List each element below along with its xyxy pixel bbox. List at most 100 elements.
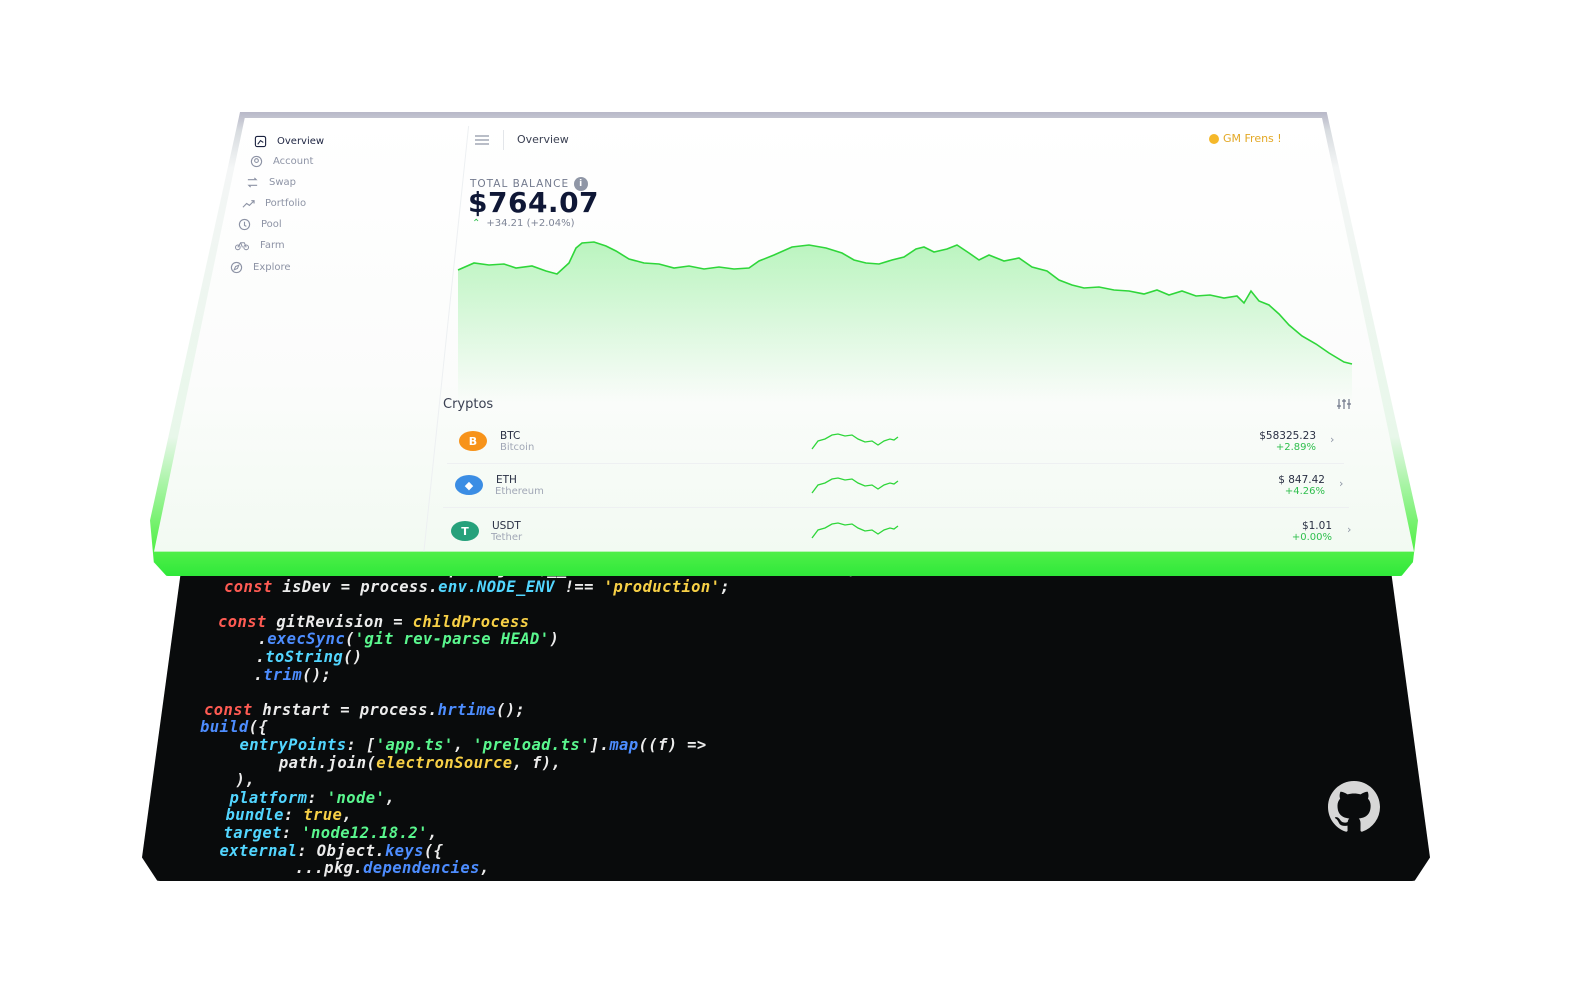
- row-divider: [443, 507, 1349, 508]
- code-token: ((f) =>: [638, 735, 707, 754]
- bicycle-icon: [234, 242, 250, 251]
- code-token: .: [236, 647, 266, 666]
- code-token: .: [234, 665, 264, 684]
- balance-chart: [457, 241, 1353, 403]
- crypto-row-usdt[interactable]: T USDT Tether $1.01 +0.00% ›: [154, 512, 1414, 552]
- code-token: ,: [385, 788, 395, 807]
- sun-icon: [1209, 133, 1219, 144]
- code-token: electronSource: [376, 753, 513, 772]
- code-token: ,: [427, 823, 438, 842]
- code-token: entryPoints: [220, 735, 347, 754]
- code-token: target: [204, 823, 282, 842]
- coin-change: +0.00%: [1291, 532, 1332, 543]
- usdt-sparkline: [811, 522, 899, 539]
- user-circle-icon: [250, 155, 263, 168]
- code-line: entryPoints: ['app.ts', 'preload.ts'].ma…: [200, 735, 868, 755]
- code-token: ({: [248, 718, 269, 737]
- code-line: path.join(electronSource, f),: [200, 753, 868, 773]
- tether-icon-glyph: T: [461, 524, 469, 538]
- code-token: map: [609, 735, 639, 754]
- code-token: const: [204, 700, 263, 719]
- chevron-right-icon[interactable]: ›: [1330, 433, 1334, 446]
- crypto-row-btc[interactable]: B BTC Bitcoin $58325.23 +2.89% ›: [154, 423, 1414, 463]
- code-line: .toString(): [200, 647, 868, 667]
- code-token: path.join(: [240, 753, 377, 772]
- sidebar-item-pool[interactable]: Pool: [238, 218, 282, 231]
- code-token: :: [283, 806, 304, 825]
- code-token: .: [238, 630, 268, 649]
- sidebar-item-swap[interactable]: Swap: [246, 176, 296, 189]
- code-token: env.NODE_ENV: [438, 577, 555, 596]
- code-token: : Object.: [297, 841, 385, 860]
- code-line: ...pkg.dependencies,: [200, 859, 868, 878]
- total-balance-value: $764.07: [468, 186, 600, 219]
- page-title: Overview: [517, 133, 569, 146]
- github-icon[interactable]: [1320, 781, 1388, 833]
- code-line: .trim();: [200, 665, 868, 685]
- sidebar-item-portfolio[interactable]: Portfolio: [242, 197, 306, 210]
- code-token: 'app.ts': [375, 735, 454, 754]
- code-token: 'git rev-parse HEAD': [354, 630, 550, 649]
- chevron-right-icon[interactable]: ›: [1347, 523, 1351, 536]
- sidebar-item-explore[interactable]: Explore: [230, 261, 291, 274]
- btc-sparkline: [811, 433, 899, 450]
- code-line: ),: [200, 771, 868, 790]
- code-token: (): [343, 647, 363, 666]
- hamburger-menu-icon[interactable]: [474, 135, 490, 145]
- sidebar-item-label: Portfolio: [265, 198, 307, 209]
- coin-price: $58325.23: [1259, 430, 1316, 442]
- code-token: ;: [720, 577, 731, 596]
- sidebar-item-label: Pool: [261, 219, 282, 230]
- tether-icon: T: [451, 521, 479, 541]
- code-token: bundle: [206, 806, 284, 825]
- code-token: ...pkg.: [256, 859, 364, 878]
- sidebar-item-farm[interactable]: Farm: [234, 239, 285, 252]
- code-token: childProcess: [412, 612, 530, 631]
- crypto-row-eth[interactable]: ◆ ETH Ethereum $ 847.42 +4.26% ›: [154, 467, 1414, 507]
- sidebar-item-overview[interactable]: Overview: [254, 135, 324, 148]
- code-token: hrstart = process.: [262, 700, 438, 719]
- sliders-icon[interactable]: [1336, 398, 1352, 410]
- code-token: 'preload.ts': [473, 735, 590, 754]
- coin-name: Ethereum: [495, 486, 544, 497]
- coin-symbol: USDT: [492, 520, 521, 532]
- sidebar-item-label: Swap: [269, 177, 297, 188]
- coin-symbol: ETH: [496, 474, 517, 486]
- code-line: platform: 'node',: [200, 788, 868, 808]
- code-token: ].: [589, 735, 610, 754]
- balance-chart-area: [458, 242, 1352, 403]
- bitcoin-icon: B: [459, 431, 487, 451]
- coin-symbol: BTC: [500, 430, 521, 442]
- greeting-badge[interactable]: GM Frens !: [1209, 132, 1282, 145]
- code-token: isDev = process.: [282, 577, 439, 596]
- code-token: ),: [216, 771, 255, 790]
- code-token: ();: [302, 665, 332, 684]
- code-line: const hrstart = process.hrtime();: [200, 700, 868, 720]
- coin-price: $1.01: [1301, 520, 1332, 532]
- ethereum-icon: ◆: [455, 475, 483, 495]
- code-token: toString: [265, 647, 344, 666]
- code-line: bundle: true,: [200, 807, 868, 825]
- sidebar-item-label: Explore: [253, 262, 291, 273]
- chart-box-icon: [254, 135, 267, 148]
- balance-change: ⌃ +34.21 (+2.04%): [472, 218, 575, 229]
- sidebar-item-account[interactable]: Account: [250, 155, 313, 168]
- code-token: ): [549, 630, 560, 649]
- row-divider: [447, 463, 1344, 464]
- ethereum-icon-glyph: ◆: [464, 478, 474, 492]
- header-divider: [503, 130, 504, 150]
- coin-stack-icon: [238, 218, 251, 231]
- coin-change: +2.89%: [1275, 442, 1316, 453]
- chevron-right-icon[interactable]: ›: [1339, 477, 1343, 490]
- sidebar-item-label: Overview: [277, 136, 325, 147]
- code-token: dependencies: [363, 859, 480, 878]
- code-token: ,: [479, 859, 490, 878]
- bitcoin-icon-glyph: B: [468, 434, 478, 448]
- code-token: 'node': [326, 788, 386, 807]
- code-token: :: [281, 823, 302, 842]
- coin-name: Tether: [491, 532, 523, 543]
- coin-price: $ 847.42: [1278, 474, 1325, 486]
- code-line: .execSync('git rev-parse HEAD'): [200, 631, 868, 649]
